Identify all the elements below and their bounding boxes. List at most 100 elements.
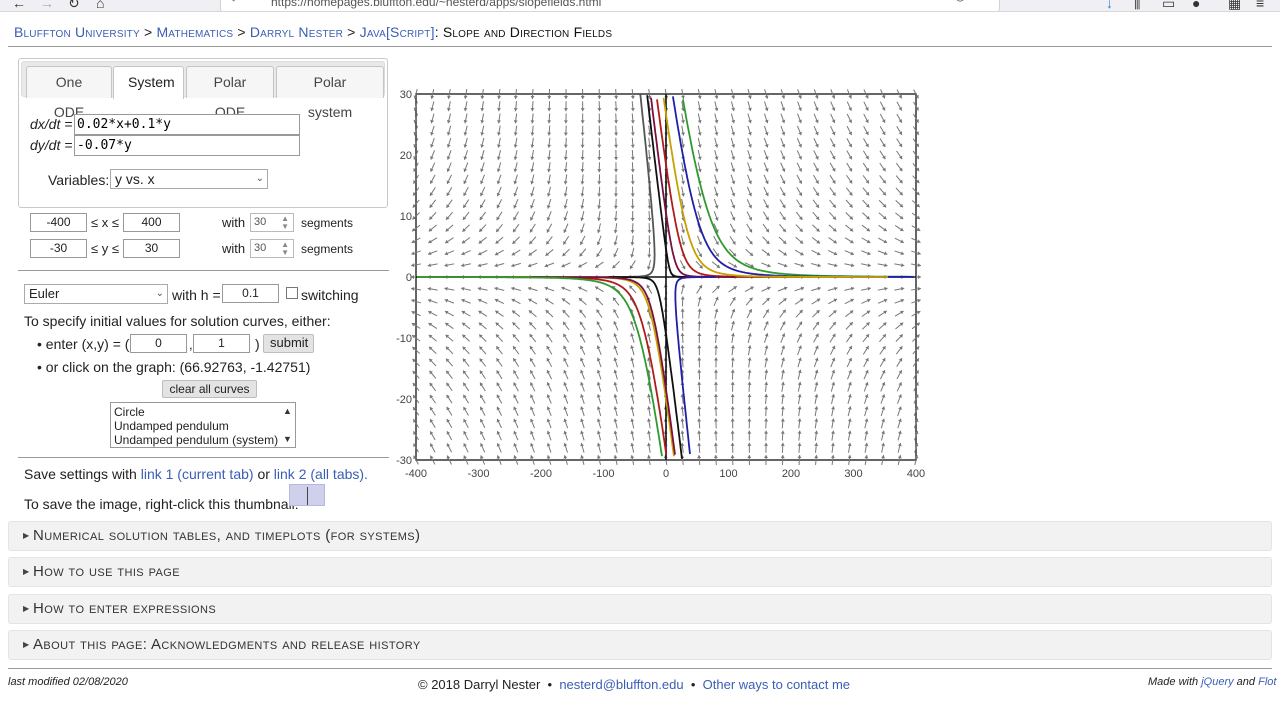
save-settings-label: Save settings with — [24, 466, 137, 482]
y0-input[interactable]: 1 — [193, 334, 250, 353]
email-link[interactable]: nesterd@bluffton.edu — [559, 677, 683, 692]
click-graph-readout: • or click on the graph: (66.92763, -1.4… — [37, 359, 311, 375]
dy-input[interactable] — [74, 135, 300, 156]
sidebar-icon[interactable]: ▭ — [1162, 0, 1175, 11]
back-arrow-icon[interactable]: ← — [12, 0, 26, 11]
chevron-down-icon: ⌄ — [255, 173, 264, 184]
reload-icon[interactable]: ↻ — [68, 0, 80, 11]
dx-input[interactable] — [74, 114, 300, 135]
accordion-how-to-use[interactable]: ▶ How to use this page — [8, 557, 1272, 587]
xmin-input[interactable]: -400 — [30, 213, 87, 232]
preset-item[interactable]: Circle — [114, 405, 292, 419]
x-tick-label: 400 — [907, 468, 925, 480]
x-segments-stepper[interactable]: 30 ▲ ▼ — [250, 213, 294, 232]
preset-item[interactable]: Undamped pendulum (system) — [114, 433, 292, 447]
breadcrumb-separator: > — [347, 24, 356, 40]
xmax-input[interactable]: 400 — [123, 213, 180, 232]
x-tick-label: 200 — [782, 468, 800, 480]
step-size-input[interactable]: 0.1 — [222, 284, 279, 303]
shield-icon: ◇ — [229, 0, 238, 3]
y-tick-label: 10 — [400, 211, 412, 223]
initial-values-intro: To specify initial values for solution c… — [24, 313, 331, 329]
variables-label: Variables: — [48, 172, 110, 188]
x-tick-label: -300 — [467, 468, 489, 480]
breadcrumb-separator: > — [237, 24, 246, 40]
more-icon[interactable]: ⋯ — [929, 0, 941, 3]
caret-right-icon: ▶ — [23, 640, 30, 649]
x-with-label: with — [222, 215, 246, 230]
switching-checkbox[interactable] — [286, 287, 298, 299]
tab-system[interactable]: System — [113, 66, 184, 99]
y-with-label: with — [222, 241, 246, 256]
tab-polar-system[interactable]: Polar system — [276, 66, 384, 120]
star-icon[interactable]: ☆ — [979, 0, 990, 3]
ymax-input[interactable]: 30 — [123, 239, 180, 258]
tab-polar-ode[interactable]: Polar ODE — [186, 66, 274, 120]
variables-value: y vs. x — [115, 171, 155, 187]
bullet: • — [547, 677, 553, 692]
ymin-input[interactable]: -30 — [30, 239, 87, 258]
stepper-down-icon[interactable]: ▼ — [281, 249, 289, 257]
accordion-numerical-tables[interactable]: ▶ Numerical solution tables, and timeplot… — [8, 521, 1272, 551]
download-icon[interactable]: ↓ — [1106, 0, 1113, 11]
accordion-about[interactable]: ▶ About this page: Acknowledgments and re… — [8, 630, 1272, 660]
forward-arrow-icon[interactable]: → — [40, 0, 54, 11]
accordion-label: How to use this page — [33, 563, 180, 580]
pocket-icon[interactable]: ◡ — [955, 0, 965, 3]
extensions-icon[interactable]: ▦ — [1228, 0, 1241, 11]
method-select[interactable]: Euler ⌄ — [24, 284, 168, 304]
scroll-up-icon[interactable]: ▲ — [283, 404, 292, 418]
save-link-all-tabs[interactable]: link 2 (all tabs). — [274, 466, 368, 482]
submit-button[interactable]: submit — [263, 334, 314, 353]
library-icon[interactable]: ⫼ — [1134, 0, 1140, 11]
x-tick-label: 100 — [719, 468, 737, 480]
x-tick-label: -200 — [530, 468, 552, 480]
breadcrumb-separator: > — [143, 24, 153, 40]
x0-input[interactable]: 0 — [130, 334, 187, 353]
variables-select[interactable]: y vs. x ⌄ — [110, 169, 268, 189]
accordion-expressions[interactable]: ▶ How to enter expressions — [8, 594, 1272, 624]
account-icon[interactable]: ● — [1192, 0, 1200, 11]
and-label: and — [1236, 676, 1256, 688]
slope-field-plot[interactable]: -400 -300 -200 -100 0 100 200 300 400 30 20 10 0 -10-… — [392, 86, 932, 486]
breadcrumb-mathematics[interactable]: Mathematics — [156, 24, 233, 40]
save-or-label: or — [257, 466, 270, 482]
tab-one-ode[interactable]: One ODE — [26, 66, 112, 120]
page-title: Slope and Direction Fields — [442, 24, 613, 40]
breadcrumb: Bluffton University > Mathematics > Darr… — [14, 24, 613, 40]
stepper-down-icon[interactable]: ▼ — [281, 223, 289, 231]
address-bar[interactable]: ◇ ▪ https://homepages.bluffton.edu/~nest… — [220, 0, 1000, 11]
presets-divider — [18, 457, 389, 458]
listbox-scrollbar[interactable]: ▲ ▼ — [282, 404, 294, 446]
caret-right-icon: ▶ — [23, 531, 30, 540]
jquery-link[interactable]: jQuery — [1201, 676, 1233, 688]
plot-svg[interactable]: -400 -300 -200 -100 0 100 200 300 4003020100-10-… — [392, 86, 932, 486]
y-segments-stepper[interactable]: 30 ▲ ▼ — [250, 239, 294, 258]
enter-xy-label: • enter (x,y) = ( — [37, 336, 130, 352]
flot-link[interactable]: Flot — [1258, 676, 1276, 688]
x-segments-value: 30 — [254, 216, 267, 228]
x-tick-label: -400 — [405, 468, 427, 480]
home-icon[interactable]: ⌂ — [96, 0, 104, 11]
tab-bar: One ODE System Polar ODE Polar system — [21, 61, 385, 120]
breadcrumb-author[interactable]: Darryl Nester — [250, 24, 343, 40]
dy-label: dy/dt = — [30, 137, 73, 153]
switching-label: switching — [301, 287, 359, 303]
ranges-divider — [18, 270, 389, 271]
clear-curves-button[interactable]: clear all curves — [162, 380, 257, 398]
menu-icon[interactable]: ≡ — [1256, 0, 1264, 11]
scroll-down-icon[interactable]: ▼ — [283, 432, 292, 446]
field-arrowhead — [918, 275, 921, 279]
bullet: • — [690, 677, 696, 692]
save-link-current-tab[interactable]: link 1 (current tab) — [141, 466, 254, 482]
x-segments-label: segments — [301, 216, 354, 230]
copyright: © 2018 Darryl Nester — [418, 677, 541, 692]
breadcrumb-university[interactable]: Bluffton University — [14, 24, 140, 40]
y-tick-label: 20 — [400, 150, 412, 162]
plot-thumbnail[interactable] — [289, 484, 325, 506]
breadcrumb-javascript[interactable]: Java[Script] — [360, 24, 435, 40]
preset-item[interactable]: Undamped pendulum — [114, 419, 292, 433]
presets-listbox[interactable]: Circle Undamped pendulum Undamped pendul… — [110, 402, 296, 448]
contact-link[interactable]: Other ways to contact me — [703, 677, 850, 692]
coord-close-paren: ) — [255, 336, 260, 352]
